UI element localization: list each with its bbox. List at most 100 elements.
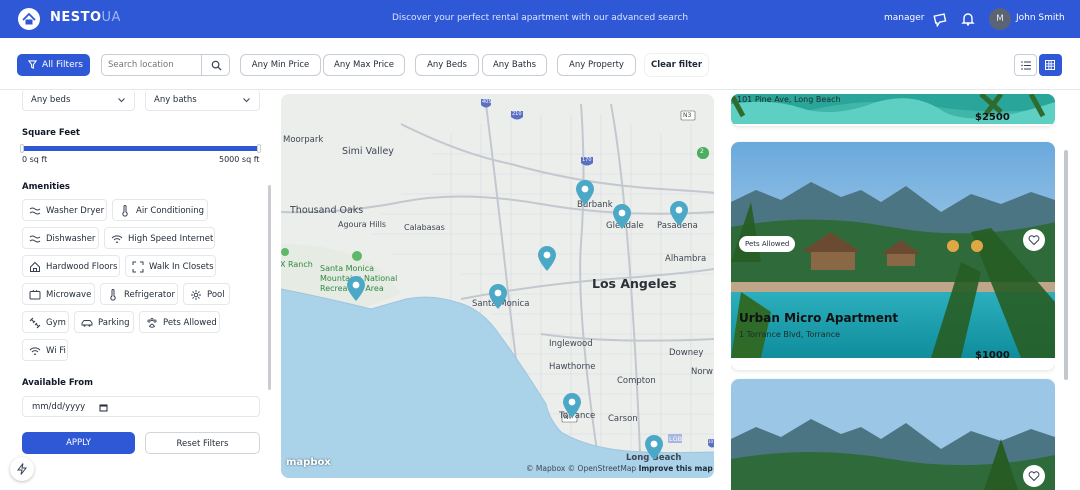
amenity-gym[interactable]: Gym [22, 311, 69, 333]
label-hawthorne: Hawthorne [549, 362, 596, 372]
cluster-badge[interactable]: 2 [700, 148, 704, 155]
location-search [101, 54, 230, 76]
amenity-label: Parking [98, 318, 130, 328]
chevron-down-icon [118, 98, 125, 103]
map-pin-icon[interactable] [575, 180, 595, 206]
amenity-label: Pool [207, 290, 225, 300]
amenity-refrigerator[interactable]: Refrigerator [100, 283, 178, 305]
user-role: manager [884, 13, 925, 23]
square-feet-slider[interactable] [22, 146, 260, 151]
favorite-button[interactable] [1023, 229, 1045, 251]
avatar[interactable]: M [989, 8, 1011, 30]
label-downey: Downey [669, 348, 704, 358]
available-from-title: Available From [22, 378, 93, 388]
lightning-icon [16, 463, 28, 475]
max-price-dropdown[interactable]: Any Max Price [323, 54, 405, 76]
label-inglewood: Inglewood [549, 339, 593, 349]
grid-view-button[interactable] [1039, 54, 1062, 76]
top-header: NESTOUA Discover your perfect rental apa… [0, 0, 1080, 38]
baths-select[interactable]: Any baths [145, 90, 260, 111]
list-icon [1021, 61, 1031, 70]
car-icon [81, 320, 93, 327]
improve-map-link[interactable]: Improve this map [639, 464, 713, 473]
filters-sidebar: Any beds Any baths Square Feet 0 sq ft 5… [0, 90, 272, 490]
amenity-walk-in-closets[interactable]: Walk In Closets [125, 255, 216, 277]
map-pin-icon[interactable] [644, 435, 664, 461]
calendar-icon[interactable] [99, 403, 108, 412]
baths-dropdown[interactable]: Any Baths [482, 54, 547, 76]
date-placeholder: mm/dd/yyyy [32, 402, 86, 412]
listing-card[interactable] [731, 379, 1055, 490]
slider-min-handle[interactable] [20, 144, 24, 153]
reset-label: Reset Filters [176, 439, 229, 449]
listing-price: $2500 [975, 112, 1010, 123]
label-norwalk: Norw [691, 367, 714, 377]
amenity-high-speed-internet[interactable]: High Speed Internet [104, 227, 215, 249]
square-feet-title: Square Feet [22, 128, 80, 138]
amenity-pool[interactable]: Pool [183, 283, 230, 305]
map-pin-icon[interactable] [669, 201, 689, 227]
beds-dropdown[interactable]: Any Beds [415, 54, 479, 76]
search-input[interactable] [102, 55, 200, 75]
amenity-label: Dishwasher [46, 234, 96, 244]
min-price-label: Any Min Price [251, 60, 310, 70]
amenity-air-conditioning[interactable]: Air Conditioning [112, 199, 208, 221]
amenity-pets-allowed[interactable]: Pets Allowed [139, 311, 220, 333]
amenity-label: Pets Allowed [163, 318, 217, 328]
apply-button[interactable]: APPLY [22, 432, 135, 454]
available-from-date-input[interactable]: mm/dd/yyyy [22, 396, 260, 417]
property-dropdown[interactable]: Any Property [557, 54, 636, 76]
slider-max-handle[interactable] [257, 144, 261, 153]
amenity-label: Microwave [46, 290, 92, 300]
label-compton: Compton [617, 376, 656, 386]
listing-card[interactable]: Pets Allowed Urban Micro Apartment 1 Tor… [731, 142, 1055, 370]
amenity-washer-dryer[interactable]: Washer Dryer [22, 199, 107, 221]
user-name[interactable]: John Smith [1016, 13, 1065, 23]
map-pin-icon[interactable] [488, 284, 508, 310]
reset-filters-button[interactable]: Reset Filters [145, 432, 260, 454]
amenity-wi-fi[interactable]: Wi Fi [22, 339, 68, 361]
label-alhambra: Alhambra [665, 254, 707, 264]
wifi-icon [111, 235, 123, 244]
list-view-button[interactable] [1014, 54, 1037, 76]
search-divider [201, 55, 202, 75]
microwave-icon [29, 289, 41, 300]
amenity-hardwood-floors[interactable]: Hardwood Floors [22, 255, 120, 277]
min-price-dropdown[interactable]: Any Min Price [240, 54, 321, 76]
listing-card[interactable]: 101 Pine Ave, Long Beach $2500 [731, 94, 1055, 126]
search-icon[interactable] [211, 60, 222, 71]
listing-price: $1000 [975, 350, 1010, 361]
map-pin-icon[interactable] [612, 204, 632, 230]
label-lgb: LGB [669, 435, 683, 443]
quick-action-button[interactable] [10, 457, 34, 481]
amenity-dishwasher[interactable]: Dishwasher [22, 227, 99, 249]
shield-170: 170 [582, 157, 592, 163]
sidebar-scrollbar[interactable] [268, 185, 271, 390]
map-pin-icon[interactable] [346, 276, 366, 302]
maximize-icon [132, 261, 144, 273]
listing-address: 1 Torrance Blvd, Torrance [739, 330, 841, 339]
clear-filter-button[interactable]: Clear filter [645, 54, 708, 76]
label-simi-valley: Simi Valley [342, 146, 394, 157]
chat-icon[interactable] [932, 11, 948, 27]
map-view[interactable]: 405 210 N3 170 101 N7 2 Moorpark Simi Va… [281, 94, 714, 478]
attribution-text[interactable]: © Mapbox © OpenStreetMap [526, 464, 636, 473]
beds-select[interactable]: Any beds [22, 90, 135, 111]
shield-405: 405 [482, 99, 492, 105]
mapbox-logo[interactable]: mapbox [286, 457, 331, 468]
bell-icon[interactable] [960, 11, 976, 27]
page-scrollbar[interactable] [1064, 150, 1068, 380]
map-attribution: © Mapbox © OpenStreetMap Improve this ma… [526, 464, 713, 473]
favorite-button[interactable] [1023, 465, 1045, 487]
beds-label: Any Beds [427, 60, 467, 70]
label-x-ranch: X Ranch [281, 260, 313, 269]
all-filters-button[interactable]: All Filters [17, 54, 90, 76]
dumbbell-icon [29, 317, 41, 329]
amenity-parking[interactable]: Parking [74, 311, 134, 333]
map-pin-icon[interactable] [537, 246, 557, 272]
grid-icon [1045, 60, 1055, 70]
listing-photo [731, 379, 1055, 490]
amenities-title: Amenities [22, 182, 70, 192]
map-pin-icon[interactable] [562, 393, 582, 419]
amenity-microwave[interactable]: Microwave [22, 283, 95, 305]
